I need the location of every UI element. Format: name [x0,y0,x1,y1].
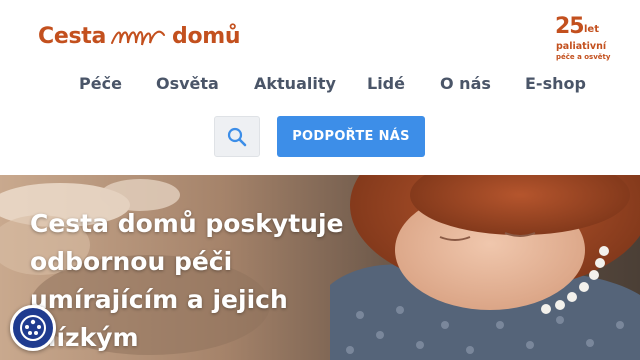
anniversary-badge: 25 let paliativní péče a osvěty [555,14,615,64]
logo-text-right: domů [172,23,241,49]
site-logo[interactable]: Cesta domů [38,20,241,52]
accessibility-button[interactable] [10,305,56,351]
badge-number: 25 [555,14,585,39]
nav-item-o-nas[interactable]: O nás [440,74,491,93]
badge-line2: péče a osvěty [556,53,611,61]
logo-text-left: Cesta [38,23,107,49]
badge-line1: paliativní [556,41,607,52]
support-button[interactable]: PODPOŘTE NÁS [277,116,425,157]
main-nav: Péče Osvěta Aktuality Lidé O nás E-shop [0,74,640,98]
search-button[interactable] [214,116,260,157]
site-header: Cesta domů 25 let paliativní péče a osvě… [0,0,640,175]
logo-scribble-icon [111,30,166,46]
search-icon [227,127,247,146]
badge-unit: let [584,24,599,35]
accessibility-icon [20,315,46,341]
nav-item-osveta[interactable]: Osvěta [156,74,219,93]
hero-banner: Cesta domů poskytuje odbornou péči umíra… [0,175,640,360]
hero-title: Cesta domů poskytuje odbornou péči umíra… [30,209,344,352]
nav-item-pece[interactable]: Péče [79,74,122,93]
nav-item-lide[interactable]: Lidé [367,74,405,93]
nav-item-e-shop[interactable]: E-shop [525,74,586,93]
nav-item-aktuality[interactable]: Aktuality [254,74,336,93]
